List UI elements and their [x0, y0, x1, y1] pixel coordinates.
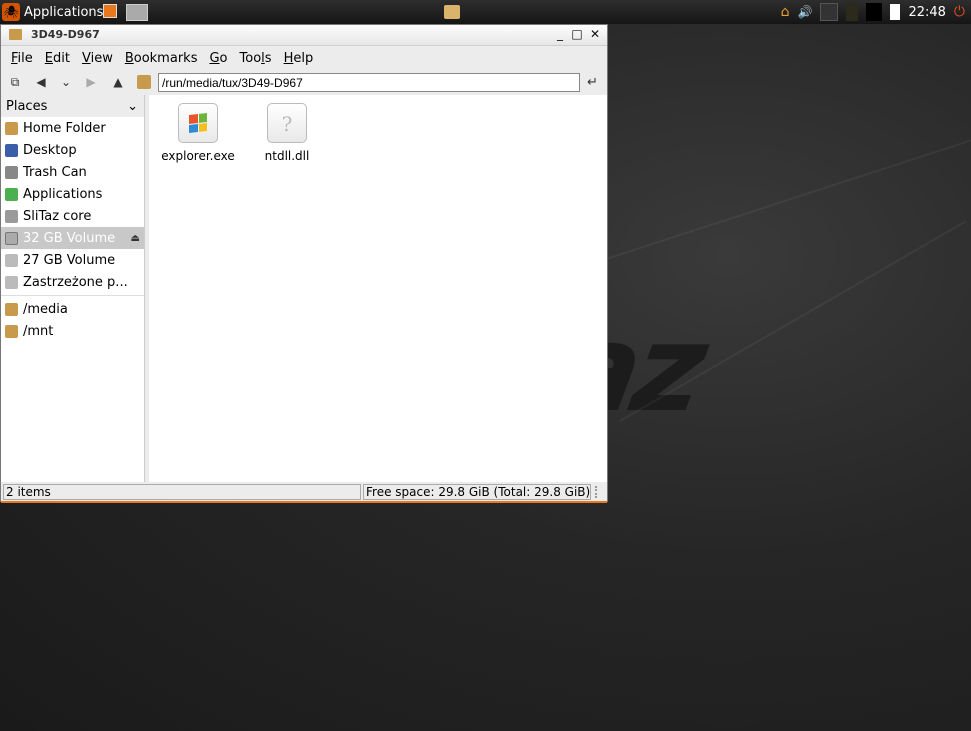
tray-indicator	[866, 3, 883, 21]
sidebar-item-label: 32 GB Volume	[23, 230, 116, 246]
power-icon[interactable]: ⏻	[954, 4, 965, 20]
desktop-icon	[5, 143, 18, 157]
top-panel: 🕷 Applications ⌂ 🔊 22:48 ⏻	[0, 0, 971, 24]
status-bar: 2 items Free space: 29.8 GiB (Total: 29.…	[1, 482, 607, 502]
file-name: explorer.exe	[161, 149, 235, 163]
clock[interactable]: 22:48	[908, 5, 945, 20]
slitaz-logo-icon: 🕷	[2, 3, 20, 21]
sidebar-item-trash-can[interactable]: Trash Can	[1, 161, 144, 183]
window-titlebar[interactable]: 3D49-D967 _ □ ✕	[1, 25, 607, 46]
workspace-2-button[interactable]	[126, 4, 148, 21]
trash-icon	[5, 165, 18, 179]
resize-grip[interactable]	[595, 486, 607, 498]
applications-label: Applications	[24, 4, 104, 20]
folder-icon	[9, 29, 22, 40]
up-arrow-icon[interactable]: ▲	[110, 75, 126, 89]
file-item-ntdll-dll[interactable]: ? ntdll.dll	[246, 95, 328, 163]
free-space: Free space: 29.8 GiB (Total: 29.8 GiB)	[363, 484, 591, 500]
workspace-1-button[interactable]	[103, 4, 117, 18]
sidebar-item-label: Home Folder	[23, 120, 106, 136]
minimize-button[interactable]: _	[553, 27, 567, 41]
sidebar-item-reserved[interactable]: Zastrzeżone p...	[1, 271, 144, 293]
folder-icon	[5, 302, 18, 316]
sidebar-item-label: SliTaz core	[23, 208, 92, 224]
drive-icon	[5, 275, 18, 289]
applications-menu[interactable]: 🕷 Applications	[2, 2, 103, 22]
location-input[interactable]	[158, 73, 580, 92]
tray-indicator	[846, 3, 859, 21]
home-folder-icon	[5, 121, 18, 135]
folder-icon	[137, 75, 151, 89]
chevron-down-icon: ⌄	[127, 98, 138, 114]
toolbar: ⧉ ◀ ⌄ ▶ ▲ ↵	[1, 70, 607, 96]
system-tray: ⌂ 🔊 22:48 ⏻	[781, 2, 965, 22]
sidebar-item-label: Desktop	[23, 142, 77, 158]
close-button[interactable]: ✕	[588, 27, 602, 41]
eject-icon[interactable]: ⏏	[131, 233, 140, 244]
sidebar-item-home-folder[interactable]: Home Folder	[1, 117, 144, 139]
network-icon[interactable]	[820, 3, 839, 21]
new-tab-icon[interactable]: ⧉	[7, 75, 23, 90]
file-name: ntdll.dll	[264, 149, 310, 163]
volume-icon[interactable]: 🔊	[798, 5, 813, 19]
places-selector[interactable]: Places ⌄	[1, 95, 144, 117]
file-manager-task-icon[interactable]	[444, 5, 460, 19]
places-label: Places	[6, 98, 48, 114]
home-icon[interactable]: ⌂	[781, 4, 790, 20]
unknown-file-icon: ?	[267, 103, 307, 143]
menu-help[interactable]: Help	[278, 51, 320, 66]
sidebar-item-slitaz-core[interactable]: SliTaz core	[1, 205, 144, 227]
file-manager-window: 3D49-D967 _ □ ✕ File Edit View Bookmarks…	[0, 24, 608, 503]
sidebar-item-label: Applications	[23, 186, 103, 202]
sidebar-item-applications[interactable]: Applications	[1, 183, 144, 205]
menu-file[interactable]: File	[5, 51, 39, 66]
menu-bookmarks[interactable]: Bookmarks	[119, 51, 204, 66]
menu-tools[interactable]: Tools	[234, 51, 278, 66]
disk-icon	[5, 209, 18, 223]
applications-icon	[5, 187, 18, 201]
file-item-explorer-exe[interactable]: explorer.exe	[157, 95, 239, 163]
back-arrow-icon[interactable]: ◀	[33, 75, 49, 89]
maximize-button[interactable]: □	[570, 27, 584, 41]
window-title: 3D49-D967	[31, 28, 100, 41]
drive-icon	[5, 253, 18, 267]
menu-go[interactable]: Go	[203, 51, 233, 66]
windows-logo-icon	[178, 103, 218, 143]
menu-bar: File Edit View Bookmarks Go Tools Help	[1, 46, 607, 70]
history-dropdown-icon[interactable]: ⌄	[58, 75, 74, 89]
go-icon[interactable]: ↵	[587, 75, 598, 90]
menu-edit[interactable]: Edit	[39, 51, 76, 66]
sidebar-item-desktop[interactable]: Desktop	[1, 139, 144, 161]
file-view: explorer.exe ? ntdll.dll	[149, 95, 607, 482]
window-accent-line	[1, 501, 607, 503]
item-count: 2 items	[3, 484, 361, 500]
sidebar-item-label: /media	[23, 301, 68, 317]
folder-icon	[5, 324, 18, 338]
sidebar-separator	[1, 295, 144, 296]
sidebar-item-label: Zastrzeżone p...	[23, 274, 128, 290]
sidebar-item-label: Trash Can	[23, 164, 87, 180]
sidebar-item-27gb-volume[interactable]: 27 GB Volume	[1, 249, 144, 271]
desktop-stroke	[599, 130, 971, 262]
sidebar-item-mnt[interactable]: /mnt	[1, 320, 144, 342]
sidebar-item-label: 27 GB Volume	[23, 252, 116, 268]
places-sidebar: Places ⌄ Home Folder Desktop Trash Can A…	[1, 95, 145, 482]
sidebar-item-media[interactable]: /media	[1, 298, 144, 320]
drive-icon	[5, 231, 18, 245]
forward-arrow-icon[interactable]: ▶	[83, 75, 99, 89]
sidebar-item-32gb-volume[interactable]: 32 GB Volume ⏏	[1, 227, 144, 249]
battery-icon[interactable]	[890, 4, 901, 20]
menu-view[interactable]: View	[76, 51, 119, 66]
sidebar-item-label: /mnt	[23, 323, 54, 339]
